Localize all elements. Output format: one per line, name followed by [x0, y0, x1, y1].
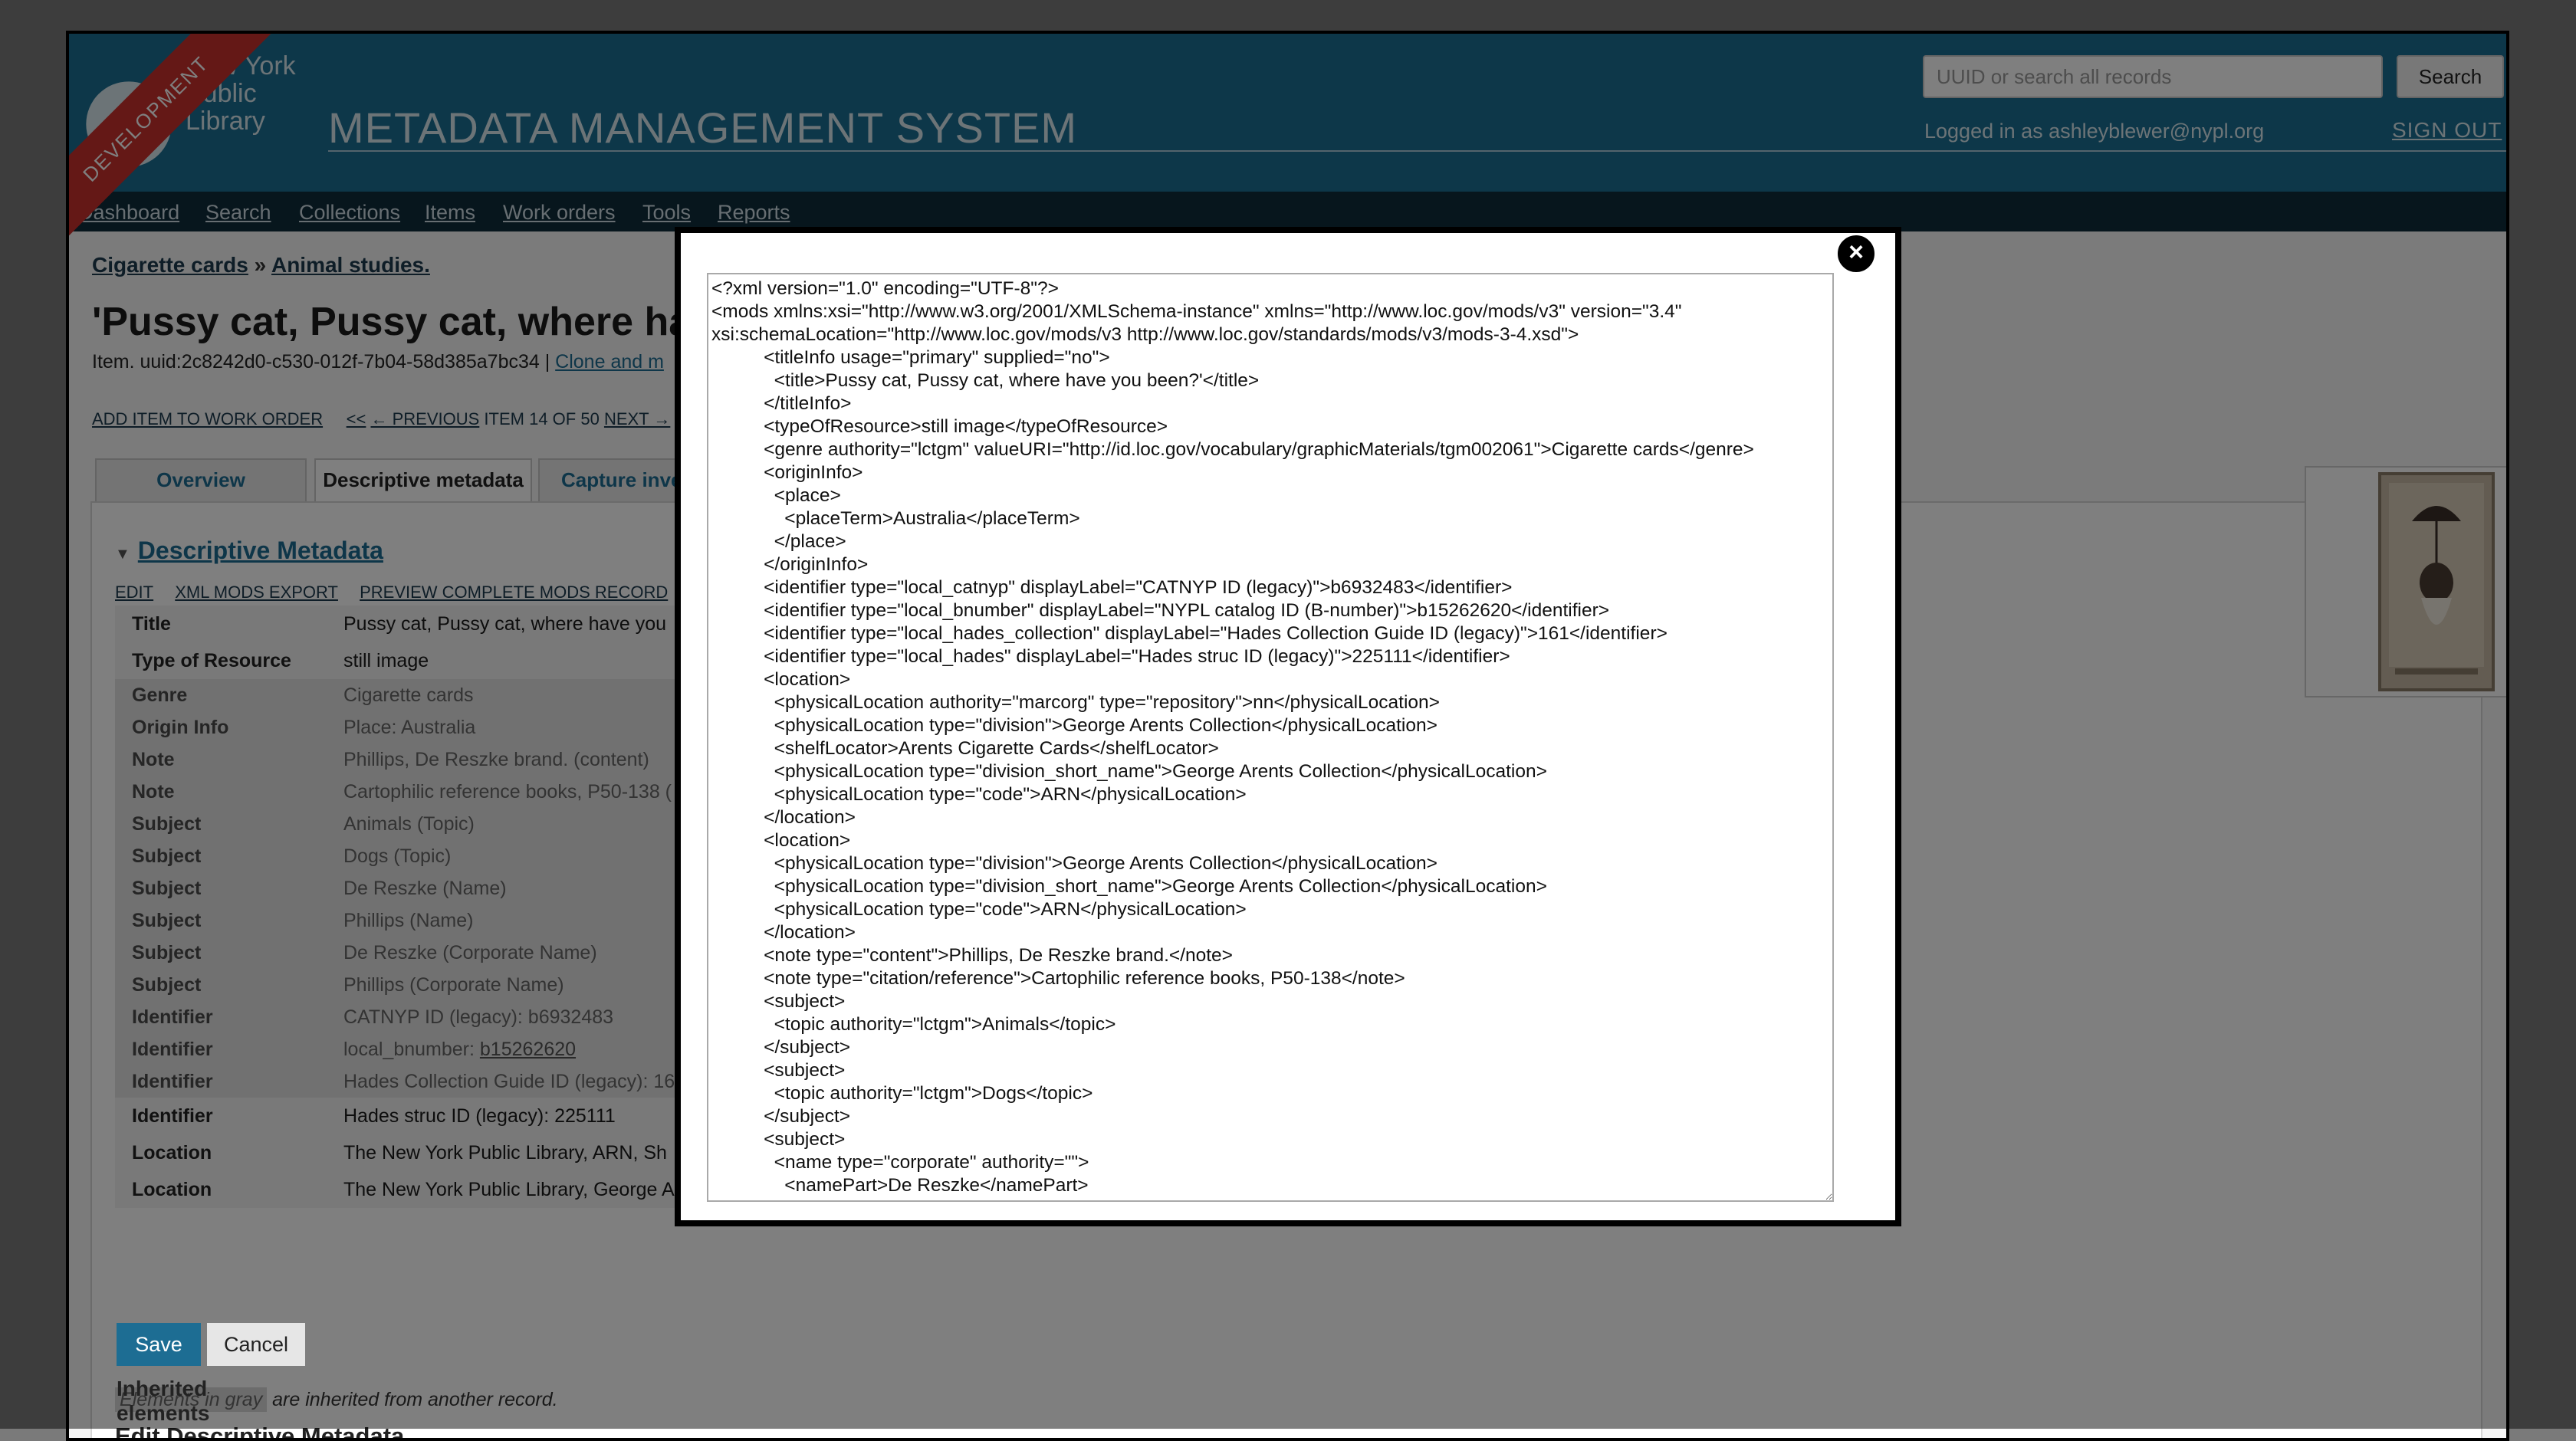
mods-xml-textarea[interactable]: <?xml version="1.0" encoding="UTF-8"?> <… — [707, 273, 1834, 1202]
xml-preview-modal: <?xml version="1.0" encoding="UTF-8"?> <… — [675, 227, 1901, 1226]
close-modal-button[interactable]: × — [1835, 233, 1877, 274]
cancel-button[interactable]: Cancel — [207, 1323, 305, 1366]
save-button[interactable]: Save — [117, 1323, 201, 1366]
inherited-elements-heading: Inherited elements — [117, 1377, 210, 1425]
